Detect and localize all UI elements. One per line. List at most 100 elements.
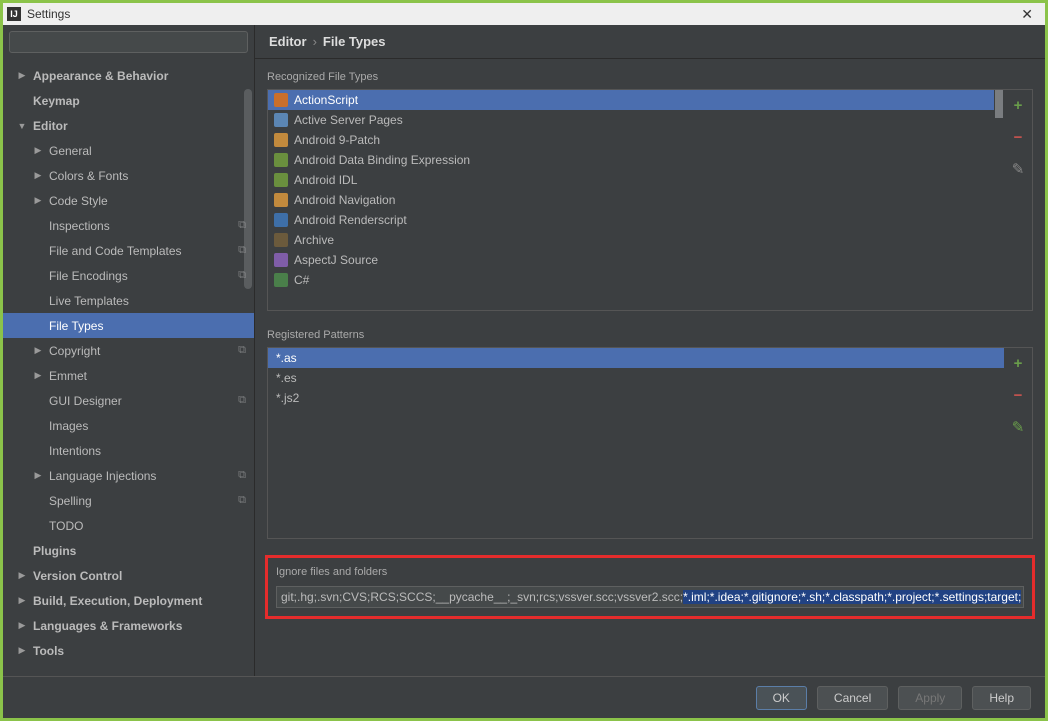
search-wrap — [3, 25, 254, 59]
ignore-section-highlight: Ignore files and folders git;.hg;.svn;CV… — [265, 555, 1035, 619]
tree-item[interactable]: Plugins — [3, 538, 254, 563]
close-icon[interactable]: ✕ — [1013, 6, 1041, 23]
tree-item[interactable]: Spelling ⧉ — [3, 488, 254, 513]
tree-scrollbar[interactable] — [244, 89, 252, 289]
settings-tree[interactable]: Appearance & BehaviorKeymapEditor General… — [3, 59, 254, 676]
tree-item-label: Images — [49, 419, 88, 433]
filetype-icon — [274, 113, 288, 127]
add-pattern-button[interactable]: + — [1009, 354, 1027, 372]
ignore-label: Ignore files and folders — [276, 566, 1024, 578]
tree-item[interactable]: Colors & Fonts — [3, 163, 254, 188]
chevron-icon — [31, 345, 45, 356]
tree-item-label: Tools — [33, 644, 64, 658]
tree-item[interactable]: GUI Designer ⧉ — [3, 388, 254, 413]
cancel-button[interactable]: Cancel — [817, 686, 888, 710]
tree-item[interactable]: Version Control — [3, 563, 254, 588]
tree-item[interactable]: Languages & Frameworks — [3, 613, 254, 638]
filetype-row[interactable]: Android IDL — [268, 170, 994, 190]
filetype-icon — [274, 193, 288, 207]
tree-item-label: File Encodings — [49, 269, 128, 283]
pattern-row[interactable]: *.es — [268, 368, 1004, 388]
ignore-input[interactable]: git;.hg;.svn;CVS;RCS;SCCS;__pycache__;_s… — [276, 586, 1024, 608]
tree-item-label: General — [49, 144, 92, 158]
filetype-row[interactable]: C# — [268, 270, 994, 290]
tree-item-label: Spelling — [49, 494, 92, 508]
recognized-label: Recognized File Types — [267, 71, 1033, 83]
tree-item[interactable]: Appearance & Behavior — [3, 63, 254, 88]
remove-filetype-button[interactable]: − — [1009, 128, 1027, 146]
filetype-row[interactable]: ActionScript — [268, 90, 994, 110]
apply-button[interactable]: Apply — [898, 686, 962, 710]
tree-item-label: Code Style — [49, 194, 108, 208]
tree-item-label: GUI Designer — [49, 394, 122, 408]
filetype-icon — [274, 233, 288, 247]
patterns-listbox[interactable]: *.as*.es*.js2 — [268, 348, 1004, 538]
tree-item[interactable]: TODO — [3, 513, 254, 538]
tree-item[interactable]: Tools — [3, 638, 254, 663]
filetype-icon — [274, 153, 288, 167]
tree-item[interactable]: Build, Execution, Deployment — [3, 588, 254, 613]
filetype-icon — [274, 273, 288, 287]
scope-icon: ⧉ — [238, 394, 246, 407]
pattern-row[interactable]: *.as — [268, 348, 1004, 368]
chevron-icon — [31, 195, 45, 206]
filetype-row[interactable]: Android Renderscript — [268, 210, 994, 230]
filetype-row[interactable]: Active Server Pages — [268, 110, 994, 130]
scope-icon: ⧉ — [238, 494, 246, 507]
ok-button[interactable]: OK — [756, 686, 807, 710]
remove-pattern-button[interactable]: − — [1009, 386, 1027, 404]
tree-item[interactable]: File Types — [3, 313, 254, 338]
filetype-icon — [274, 213, 288, 227]
filetype-icon — [274, 253, 288, 267]
tree-item[interactable]: General — [3, 138, 254, 163]
filetype-label: Android Renderscript — [294, 213, 407, 227]
filetype-row[interactable]: Archive — [268, 230, 994, 250]
tree-item[interactable]: Code Style — [3, 188, 254, 213]
filetype-row[interactable]: Android Data Binding Expression — [268, 150, 994, 170]
tree-item-label: Build, Execution, Deployment — [33, 594, 202, 608]
settings-window: IJ Settings ✕ Appearance & BehaviorKeyma… — [0, 0, 1048, 721]
recognized-listbox[interactable]: ActionScript Active Server Pages Android 9… — [268, 90, 994, 310]
tree-item[interactable]: Language Injections⧉ — [3, 463, 254, 488]
tree-item[interactable]: Copyright⧉ — [3, 338, 254, 363]
titlebar: IJ Settings ✕ — [3, 3, 1045, 25]
tree-item[interactable]: Keymap — [3, 88, 254, 113]
pattern-row[interactable]: *.js2 — [268, 388, 1004, 408]
tree-item[interactable]: Inspections⧉ — [3, 213, 254, 238]
breadcrumb: Editor › File Types — [255, 25, 1045, 59]
breadcrumb-part: File Types — [323, 34, 386, 49]
tree-item[interactable]: Images — [3, 413, 254, 438]
filetype-row[interactable]: Android 9-Patch — [268, 130, 994, 150]
patterns-actions: + − ✎ — [1004, 348, 1032, 538]
tree-item-label: Plugins — [33, 544, 76, 558]
content: Appearance & BehaviorKeymapEditorGeneral… — [3, 25, 1045, 676]
add-filetype-button[interactable]: + — [1009, 96, 1027, 114]
tree-item[interactable]: File Encodings ⧉ — [3, 263, 254, 288]
tree-item[interactable]: Live Templates — [3, 288, 254, 313]
chevron-icon — [15, 121, 29, 131]
chevron-icon — [31, 145, 45, 156]
tree-item[interactable]: Intentions — [3, 438, 254, 463]
tree-item-label: Colors & Fonts — [49, 169, 128, 183]
filetype-row[interactable]: AspectJ Source — [268, 250, 994, 270]
tree-item[interactable]: Emmet — [3, 363, 254, 388]
edit-pattern-button[interactable]: ✎ — [1009, 418, 1027, 436]
edit-filetype-button[interactable]: ✎ — [1009, 160, 1027, 178]
filetype-label: Android 9-Patch — [294, 133, 380, 147]
filetype-label: Active Server Pages — [294, 113, 403, 127]
tree-item[interactable]: File and Code Templates⧉ — [3, 238, 254, 263]
scope-icon: ⧉ — [238, 469, 246, 482]
tree-item[interactable]: Editor — [3, 113, 254, 138]
tree-item-label: Emmet — [49, 369, 87, 383]
sidebar: Appearance & BehaviorKeymapEditor General… — [3, 25, 255, 676]
breadcrumb-sep: › — [313, 34, 317, 49]
tree-item-label: File Types — [49, 319, 103, 333]
chevron-icon — [31, 170, 45, 181]
breadcrumb-part: Editor — [269, 34, 307, 49]
scope-icon: ⧉ — [238, 269, 246, 282]
help-button[interactable]: Help — [972, 686, 1031, 710]
search-input[interactable] — [9, 31, 248, 53]
filetype-icon — [274, 133, 288, 147]
filetype-row[interactable]: Android Navigation — [268, 190, 994, 210]
recognized-scrollbar[interactable] — [994, 90, 1004, 310]
